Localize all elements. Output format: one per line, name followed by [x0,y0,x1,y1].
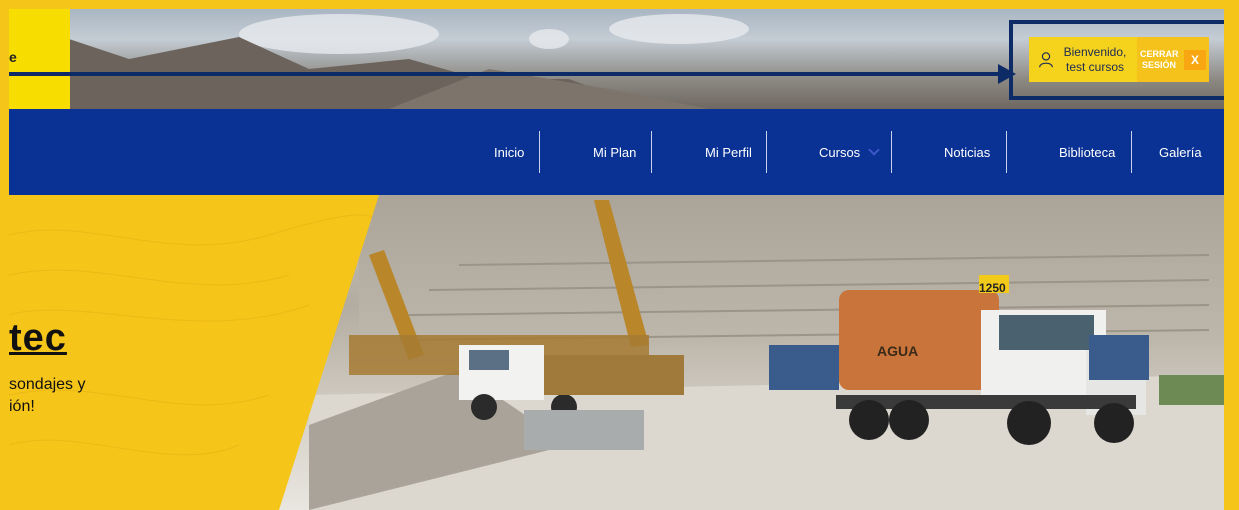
logo[interactable]: e [9,9,70,109]
nav-label: Biblioteca [1059,144,1116,160]
chevron-down-icon [868,144,880,156]
nav-divider [1006,131,1007,173]
nav-divider [766,131,767,173]
truck-number: 1250 [979,281,1006,295]
nav-label: Inicio [494,144,525,160]
nav-item-noticias[interactable]: Noticias [944,109,990,195]
annotation-arrow-line [9,72,1004,76]
welcome-text: Bienvenido, test cursos [1059,45,1131,75]
nav-divider [651,131,652,173]
user-session-box: Bienvenido, test cursos CERRAR SESIÓN X [1029,37,1209,82]
hero-title[interactable]: tec [9,317,67,360]
nav-item-biblioteca[interactable]: Biblioteca [1059,109,1115,195]
welcome-line: Bienvenido, [1063,44,1127,59]
nav-item-galeria[interactable]: Galería [1159,109,1202,195]
mining-scene-illustration [309,200,1224,510]
nav-divider [1131,131,1132,173]
hero-subtitle: sondajes y ión! [9,376,86,415]
nav-label: Galería [1159,144,1202,160]
close-icon[interactable]: X [1184,49,1206,70]
nav-label: Cursos [819,144,861,160]
mountains-illustration [9,37,709,109]
logo-text: e [9,49,17,65]
logout-label-line1: CERRAR [1140,48,1179,59]
nav-item-mi-plan[interactable]: Mi Plan [593,109,636,195]
nav-item-mi-perfil[interactable]: Mi Perfil [705,109,752,195]
nav-label: Mi Perfil [705,144,752,160]
logout-label-line2: SESIÓN [1141,59,1176,70]
nav-label: Mi Plan [593,144,637,160]
logout-button[interactable]: CERRAR SESIÓN X [1137,37,1209,82]
tank-label: AGUA [877,343,919,359]
nav-label: Noticias [944,144,991,160]
nav-divider [539,131,540,173]
nav-divider [891,131,892,173]
nav-item-cursos[interactable]: Cursos [819,109,880,195]
page-frame: e Bienvenido, test cursos CERRAR SESIÓN … [9,9,1224,510]
nav-item-inicio[interactable]: Inicio [494,109,524,195]
main-nav: Inicio Mi Plan Mi Perfil Cursos Noticias… [9,109,1224,195]
username: test cursos [1065,59,1125,74]
user-icon [1039,51,1053,67]
logout-label: CERRAR SESIÓN [1140,48,1179,71]
